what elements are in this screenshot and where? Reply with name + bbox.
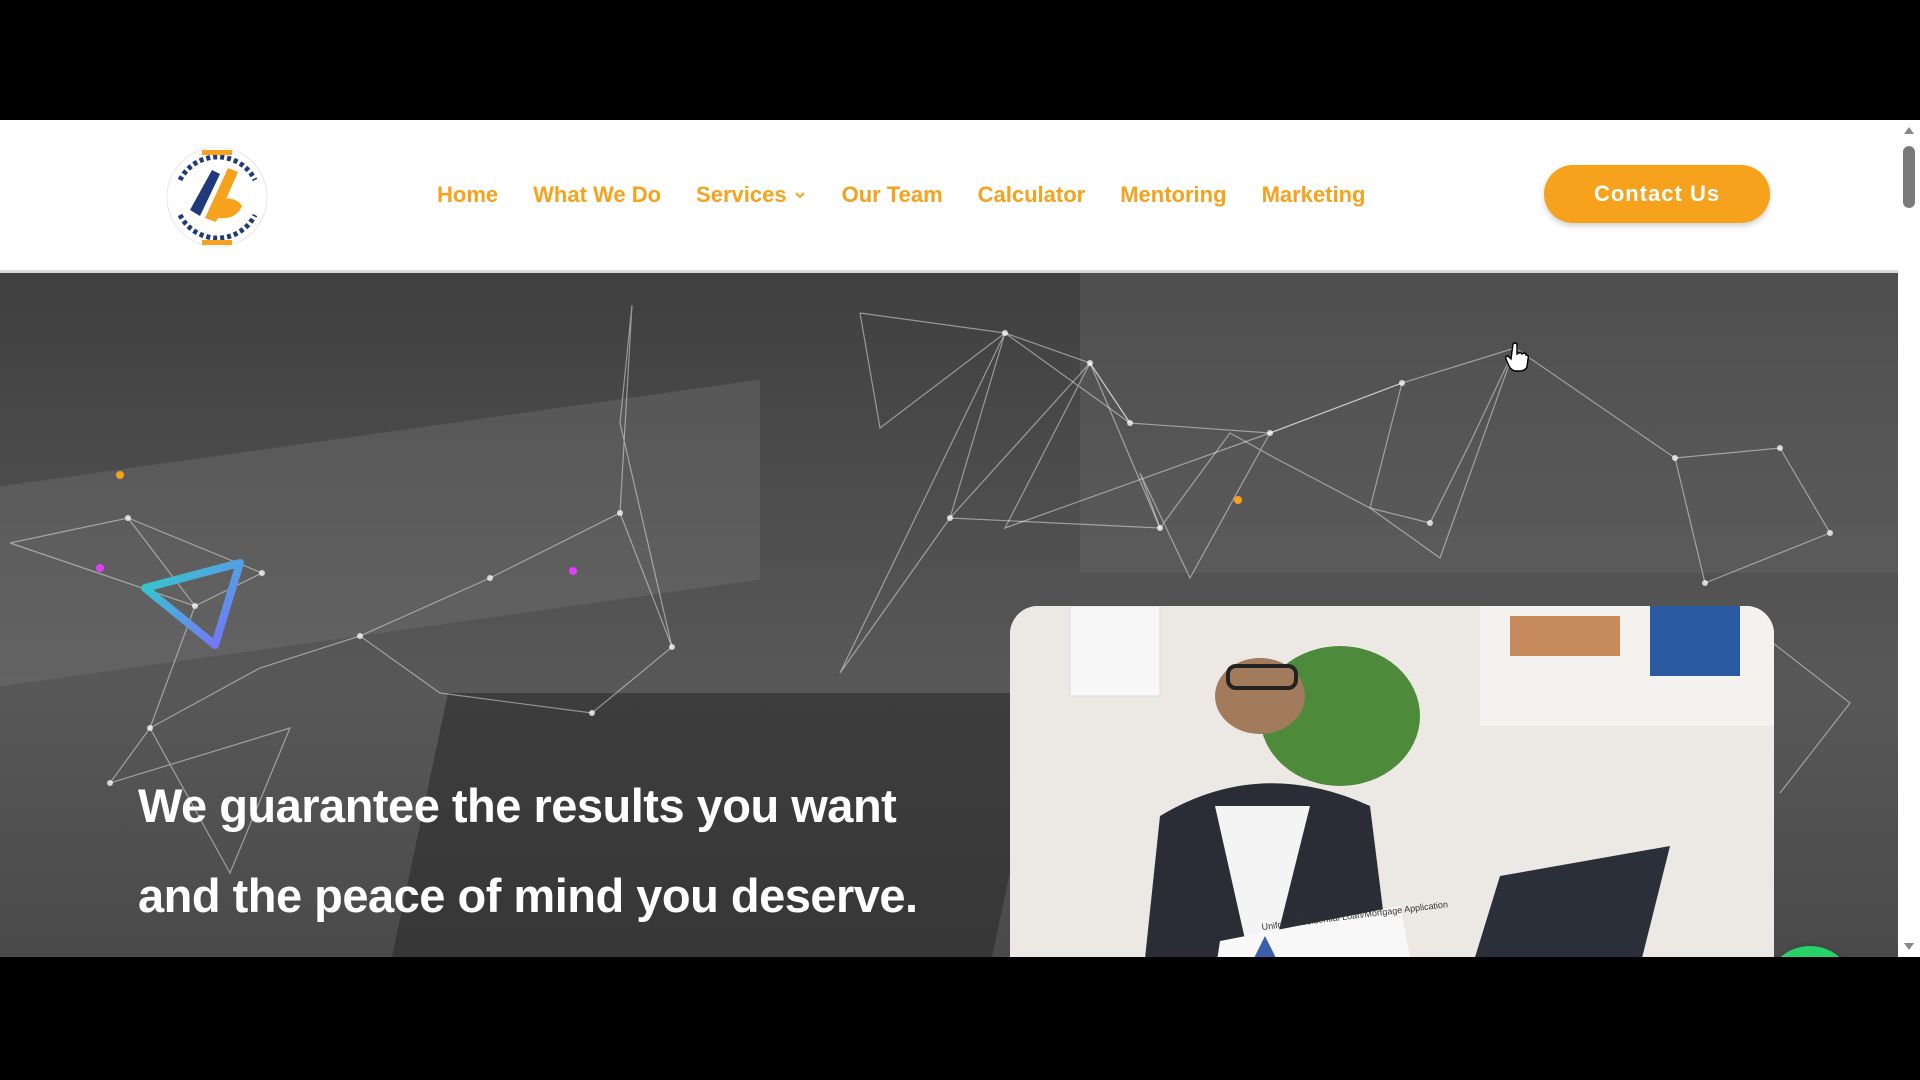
contact-us-button[interactable]: Contact Us bbox=[1544, 165, 1770, 223]
nav-our-team-label: Our Team bbox=[841, 182, 943, 207]
nav-home[interactable]: Home bbox=[437, 182, 498, 208]
letterbox-bottom bbox=[0, 957, 1920, 1080]
hero-section: We guarantee the results you want and th… bbox=[0, 273, 1898, 957]
browser-viewport: Home What We Do Services Our Team Calcul… bbox=[0, 120, 1920, 957]
scroll-up-arrow[interactable] bbox=[1904, 127, 1914, 134]
nav-our-team[interactable]: Our Team bbox=[842, 182, 943, 208]
hero-heading-line1: We guarantee the results you want bbox=[138, 779, 897, 832]
nav-marketing-label: Marketing bbox=[1261, 182, 1366, 207]
nav-services-label: Services bbox=[696, 182, 787, 207]
scroll-down-arrow[interactable] bbox=[1904, 943, 1914, 950]
nav-calculator-label: Calculator bbox=[977, 182, 1086, 207]
scroll-thumb[interactable] bbox=[1903, 146, 1915, 208]
nav-services[interactable]: Services bbox=[696, 182, 807, 208]
nav-what-we-do[interactable]: What We Do bbox=[533, 182, 661, 208]
hand-cursor-icon bbox=[1505, 342, 1529, 372]
page-scrollbar[interactable] bbox=[1898, 120, 1920, 957]
nav-calculator[interactable]: Calculator bbox=[978, 182, 1086, 208]
hero-photo: Uniform Residential Loan/Mortgage Applic… bbox=[1010, 606, 1774, 957]
nav-mentoring-label: Mentoring bbox=[1120, 182, 1227, 207]
hero-heading-line2: and the peace of mind you deserve. bbox=[138, 869, 918, 922]
site-header: Home What We Do Services Our Team Calcul… bbox=[0, 120, 1898, 273]
hero-heading: We guarantee the results you want and th… bbox=[138, 761, 1038, 941]
nav-marketing[interactable]: Marketing bbox=[1262, 182, 1366, 208]
chevron-down-icon bbox=[794, 192, 805, 199]
main-nav: Home What We Do Services Our Team Calcul… bbox=[437, 120, 1400, 270]
nav-mentoring[interactable]: Mentoring bbox=[1120, 182, 1226, 208]
nav-what-we-do-label: What We Do bbox=[533, 182, 662, 207]
nav-home-label: Home bbox=[437, 182, 499, 207]
letterbox-top bbox=[0, 0, 1920, 120]
site-logo[interactable] bbox=[160, 140, 275, 255]
